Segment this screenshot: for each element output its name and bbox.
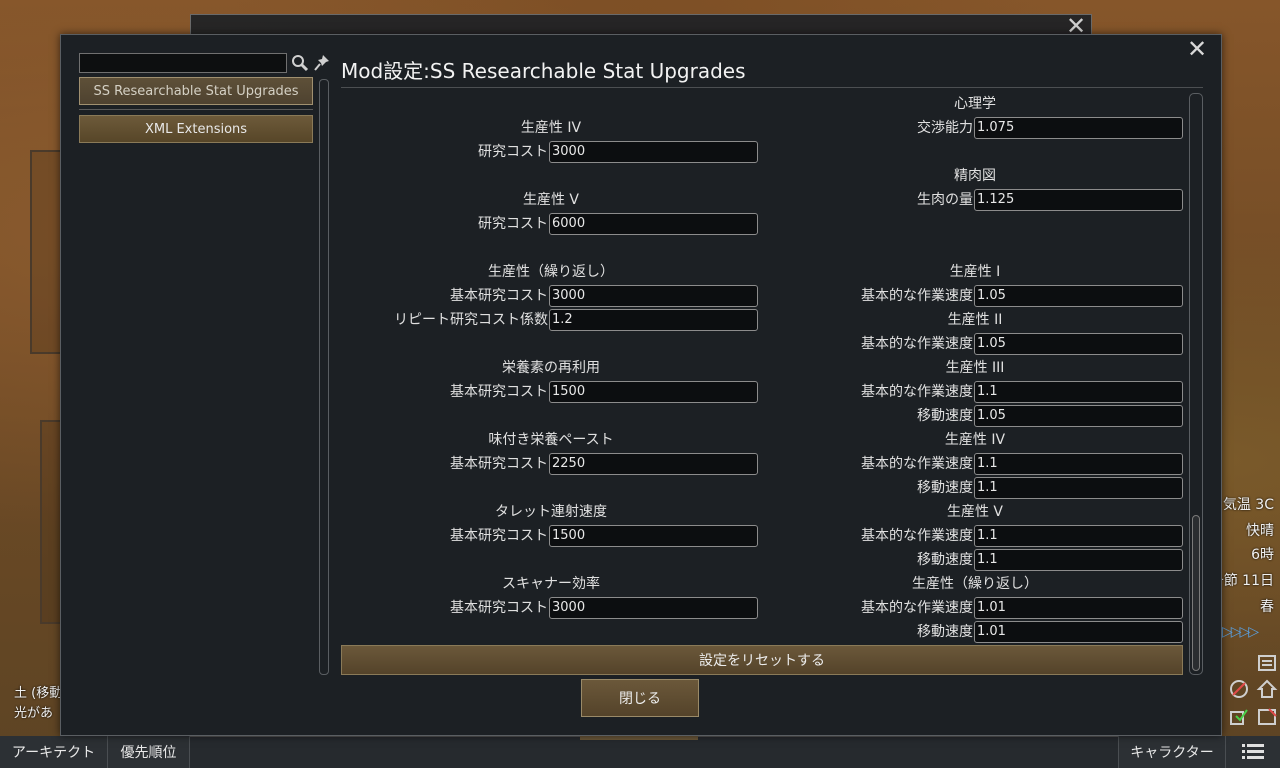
- section-title: 生産性（繰り返し）: [488, 264, 614, 280]
- base-research-cost-input[interactable]: 3000: [549, 597, 758, 619]
- field-label: 交渉能力: [917, 120, 973, 136]
- section-title: 生産性 V: [946, 504, 1004, 520]
- field-label: 移動速度: [917, 480, 973, 496]
- search-icon[interactable]: [291, 53, 309, 73]
- settings-content: 生産性 IV 研究コスト 3000 生産性 V 研究コスト 6000 生産性（繰…: [341, 91, 1191, 645]
- section-title: スキャナー効率: [502, 576, 600, 592]
- field-label: 移動速度: [917, 552, 973, 568]
- field-label: リピート研究コスト係数: [394, 312, 548, 328]
- settings-scrollbar-thumb[interactable]: [1192, 515, 1200, 671]
- research-cost-input[interactable]: 3000: [549, 141, 758, 163]
- mod-list-item-ss-stat-upgrades[interactable]: SS Researchable Stat Upgrades: [79, 77, 313, 105]
- tab-work-priorities[interactable]: 優先順位: [108, 736, 190, 768]
- map-inspect-line: 土 (移動: [14, 686, 63, 701]
- speed-control-icon[interactable]: ▷▷▷▷: [1222, 624, 1278, 642]
- work-speed-input[interactable]: 1.1: [974, 381, 1183, 403]
- work-speed-input[interactable]: 1.01: [974, 597, 1183, 619]
- field-label: 基本的な作業速度: [861, 600, 973, 616]
- close-button[interactable]: 閉じる: [581, 679, 699, 717]
- main-tab-bar: [0, 736, 1280, 768]
- move-speed-input[interactable]: 1.1: [974, 549, 1183, 571]
- field-label: 基本的な作業速度: [861, 288, 973, 304]
- tab-architect[interactable]: アーキテクト: [0, 736, 108, 768]
- temperature-readout: 気温 3C: [1222, 497, 1274, 513]
- page-title: Mod設定:SS Researchable Stat Upgrades: [341, 59, 746, 83]
- field-label: 基本的な作業速度: [861, 384, 973, 400]
- weather-readout: 快晴: [1246, 523, 1274, 539]
- negotiation-ability-input[interactable]: 1.075: [974, 117, 1183, 139]
- field-label: 基本研究コスト: [450, 384, 548, 400]
- section-title: タレット連射速度: [495, 504, 607, 520]
- section-title: 生産性（繰り返し）: [912, 576, 1038, 592]
- section-title: 生産性 III: [945, 360, 1005, 376]
- work-speed-input[interactable]: 1.05: [974, 285, 1183, 307]
- work-speed-input[interactable]: 1.1: [974, 453, 1183, 475]
- field-label: 基本的な作業速度: [861, 528, 973, 544]
- season-readout: 春: [1260, 599, 1274, 615]
- research-cost-input[interactable]: 6000: [549, 213, 758, 235]
- map-inspect-line: 光があ: [14, 706, 54, 721]
- hour-readout: 6時: [1251, 547, 1274, 563]
- base-research-cost-input[interactable]: 1500: [549, 525, 758, 547]
- section-title: 栄養素の再利用: [502, 360, 600, 376]
- section-title: 生産性 II: [947, 312, 1003, 328]
- base-research-cost-input[interactable]: 2250: [549, 453, 758, 475]
- base-research-cost-input[interactable]: 1500: [549, 381, 758, 403]
- move-speed-input[interactable]: 1.05: [974, 405, 1183, 427]
- pin-icon[interactable]: [313, 53, 331, 73]
- base-research-cost-input[interactable]: 3000: [549, 285, 758, 307]
- work-speed-input[interactable]: 1.1: [974, 525, 1183, 547]
- home-zone-icon[interactable]: [1256, 678, 1278, 700]
- field-label: 研究コスト: [478, 144, 548, 160]
- mod-list-scrollbar[interactable]: [319, 79, 329, 675]
- repeat-cost-factor-input[interactable]: 1.2: [549, 309, 758, 331]
- move-speed-input[interactable]: 1.01: [974, 621, 1183, 643]
- section-title: 生産性 V: [522, 192, 580, 208]
- section-title: 味付き栄養ペースト: [488, 432, 614, 448]
- field-label: 基本研究コスト: [450, 456, 548, 472]
- field-label: 基本研究コスト: [450, 600, 548, 616]
- close-icon[interactable]: ✕: [1185, 37, 1209, 61]
- auto-rebuild-icon[interactable]: [1228, 706, 1250, 728]
- mod-list-divider: [79, 109, 313, 110]
- field-label: 移動速度: [917, 624, 973, 640]
- tab-characters[interactable]: キャラクター: [1118, 736, 1226, 768]
- field-label: 基本的な作業速度: [861, 336, 973, 352]
- work-speed-input[interactable]: 1.05: [974, 333, 1183, 355]
- field-label: 研究コスト: [478, 216, 548, 232]
- map-inspect-text: 土 (移動 光があ: [14, 684, 62, 724]
- mod-search-input[interactable]: [79, 53, 287, 73]
- title-divider: [341, 87, 1203, 88]
- field-label: 基本的な作業速度: [861, 456, 973, 472]
- meat-yield-input[interactable]: 1.125: [974, 189, 1183, 211]
- section-title: 生産性 IV: [944, 432, 1006, 448]
- mod-list-item-xml-extensions[interactable]: XML Extensions: [79, 115, 313, 143]
- schedule-icon[interactable]: [1256, 652, 1278, 674]
- section-title: 心理学: [954, 96, 996, 112]
- section-title: 精肉図: [954, 168, 996, 184]
- move-speed-input[interactable]: 1.1: [974, 477, 1183, 499]
- reset-settings-button[interactable]: 設定をリセットする: [341, 645, 1183, 675]
- forbid-icon[interactable]: [1228, 678, 1250, 700]
- mod-settings-window: ✕ SS Researchable Stat Upgrades XML Exte…: [60, 34, 1222, 736]
- section-title: 生産性 I: [949, 264, 1001, 280]
- section-title: 生産性 IV: [520, 120, 582, 136]
- game-screen: 土 (移動 光があ ✕ 気温 3C 快晴 6時 一節 11日 春 ▷▷▷▷ アー…: [0, 0, 1280, 768]
- field-label: 生肉の量: [917, 192, 973, 208]
- resource-readout-icon[interactable]: [1256, 706, 1278, 728]
- field-label: 基本研究コスト: [450, 288, 548, 304]
- main-menu-icon[interactable]: [1226, 736, 1280, 768]
- field-label: 基本研究コスト: [450, 528, 548, 544]
- field-label: 移動速度: [917, 408, 973, 424]
